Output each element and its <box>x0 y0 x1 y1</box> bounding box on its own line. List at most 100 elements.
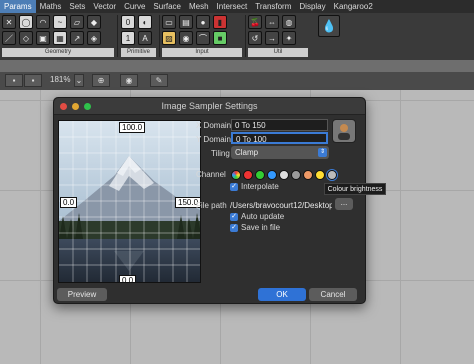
ribbon-toolbar: ✕ ◯ ◠ ~ ▱ ◆ ／ ◇ ▣ ▦ ↗ ◈ Geometry 0 ◐ 1 A… <box>0 13 474 60</box>
jump-icon[interactable]: → <box>265 31 279 45</box>
input-group-label: Input <box>162 48 242 57</box>
text-param-icon[interactable]: A <box>138 31 152 45</box>
tab-mesh[interactable]: Mesh <box>185 0 213 13</box>
point-param-icon[interactable]: ✕ <box>2 15 16 29</box>
boolean-param-icon[interactable]: ◐ <box>138 15 152 29</box>
dialog-title: Image Sampler Settings <box>161 101 258 111</box>
colour-brightness-channel-icon[interactable] <box>327 170 337 180</box>
browse-button[interactable]: ... <box>335 198 353 210</box>
zoom-extents-icon[interactable]: ⊕ <box>92 74 110 87</box>
save-icon[interactable]: ▪ <box>5 74 23 87</box>
input-group: ▭ ▤ ● ▮ ▨ ◉ ⌒ ■ Input <box>162 15 242 57</box>
number-param-icon[interactable]: 0 <box>121 15 135 29</box>
sample-image[interactable]: 100.0 0.0 150.0 0.0 <box>58 120 201 283</box>
trigger-icon[interactable]: ✦ <box>282 31 296 45</box>
y-min-label: 0.0 <box>119 275 137 282</box>
cherry-picker-icon[interactable]: 🍒 <box>248 15 262 29</box>
person-icon <box>338 124 350 140</box>
ribbon-divider <box>245 15 246 57</box>
ok-button[interactable]: OK <box>258 288 306 301</box>
interpolate-label: Interpolate <box>241 182 279 191</box>
open-icon[interactable]: ▪ <box>24 74 42 87</box>
panel-icon[interactable]: ▤ <box>179 15 193 29</box>
mesh-param-icon[interactable]: ▦ <box>53 31 67 45</box>
blue-channel-icon[interactable] <box>267 170 277 180</box>
tab-display[interactable]: Display <box>295 0 329 13</box>
toggle-icon[interactable]: ◉ <box>179 31 193 45</box>
curve-param-icon[interactable]: ~ <box>53 15 67 29</box>
tab-transform[interactable]: Transform <box>251 0 295 13</box>
line-param-icon[interactable]: ／ <box>2 31 16 45</box>
chevron-down-icon[interactable]: ⌄ <box>74 74 84 87</box>
preview-eye-icon[interactable]: ◉ <box>120 74 138 87</box>
save-in-file-checkbox[interactable]: ✓ <box>230 224 238 232</box>
integer-param-icon[interactable]: 1 <box>121 31 135 45</box>
relay-icon[interactable]: ◍ <box>282 15 296 29</box>
tab-intersect[interactable]: Intersect <box>213 0 252 13</box>
save-in-file-label: Save in file <box>241 223 281 232</box>
colour-channel-icon[interactable] <box>231 170 241 180</box>
graph-icon[interactable]: ⌒ <box>196 31 210 45</box>
cancel-button[interactable]: Cancel <box>309 288 357 301</box>
paint-icon[interactable]: ✎ <box>150 74 168 87</box>
primitive-group: 0 ◐ 1 A Primitive <box>121 15 156 57</box>
geometry-param-icon[interactable]: ◈ <box>87 31 101 45</box>
green-channel-icon[interactable] <box>255 170 265 180</box>
primitive-group-label: Primitive <box>121 48 156 57</box>
x-domain-field[interactable]: 0 To 150 <box>231 119 328 131</box>
auto-update-checkbox[interactable]: ✓ <box>230 213 238 221</box>
y-domain-label: Y Domain <box>196 135 231 144</box>
gradient-icon[interactable]: ▮ <box>213 15 227 29</box>
interpolate-checkbox[interactable]: ✓ <box>230 183 238 191</box>
ribbon-divider <box>159 15 160 57</box>
geometry-group-label: Geometry <box>2 48 114 57</box>
dialog-titlebar[interactable]: Image Sampler Settings <box>54 98 365 115</box>
file-path-label: File path <box>196 201 227 210</box>
brep-param-icon[interactable]: ◆ <box>87 15 101 29</box>
fuse-icon[interactable]: ↺ <box>248 31 262 45</box>
x-min-label: 0.0 <box>60 197 78 208</box>
tab-curve[interactable]: Curve <box>120 0 149 13</box>
ribbon-tabs: Params Maths Sets Vector Curve Surface M… <box>0 0 474 13</box>
image-sampler-dialog: Image Sampler Settings 100.0 0.0 150.0 0… <box>53 97 366 304</box>
red-channel-icon[interactable] <box>243 170 253 180</box>
chevron-updown-icon: ⇕ <box>318 148 327 157</box>
slider-icon[interactable]: ▭ <box>162 15 176 29</box>
tab-vector[interactable]: Vector <box>89 0 120 13</box>
preview-button[interactable]: Preview <box>57 288 107 301</box>
tiling-select[interactable]: Clamp ⇕ <box>231 146 329 159</box>
channel-tooltip: Colour brightness <box>324 183 386 195</box>
surface-param-icon[interactable]: ▱ <box>70 15 84 29</box>
button-icon[interactable]: ● <box>196 15 210 29</box>
auto-update-label: Auto update <box>241 212 285 221</box>
box-param-icon[interactable]: ▣ <box>36 31 50 45</box>
tab-surface[interactable]: Surface <box>149 0 185 13</box>
tab-kangaroo2[interactable]: Kangaroo2 <box>330 0 377 13</box>
util-group-label: Util <box>248 48 308 57</box>
util-group: 🍒 ⇔ ◍ ↺ → ✦ Util <box>248 15 308 57</box>
y-domain-field[interactable]: 0 To 100 <box>231 132 328 144</box>
ribbon-divider <box>117 15 118 57</box>
channel-label: Channel <box>196 170 226 179</box>
image-sampler-icon[interactable]: ▨ <box>162 31 176 45</box>
plane-param-icon[interactable]: ◇ <box>19 31 33 45</box>
tab-sets[interactable]: Sets <box>65 0 89 13</box>
user-avatar[interactable] <box>332 119 356 143</box>
tab-maths[interactable]: Maths <box>36 0 66 13</box>
alpha-channel-icon[interactable] <box>279 170 289 180</box>
x-domain-label: X Domain <box>196 121 232 130</box>
circle-param-icon[interactable]: ◯ <box>19 15 33 29</box>
kangaroo-icon[interactable]: 💧 <box>318 15 340 37</box>
file-path-field[interactable]: /Users/bravocourt12/Desktop <box>229 199 333 211</box>
vector-param-icon[interactable]: ↗ <box>70 31 84 45</box>
saturation-channel-icon[interactable] <box>303 170 313 180</box>
colour-swatch-icon[interactable]: ■ <box>213 31 227 45</box>
zoom-level[interactable]: 181% <box>50 75 70 84</box>
tab-params[interactable]: Params <box>0 0 36 13</box>
brightness-channel-icon[interactable] <box>315 170 325 180</box>
arc-param-icon[interactable]: ◠ <box>36 15 50 29</box>
kangaroo-group: 💧 <box>318 15 378 57</box>
data-dam-icon[interactable]: ⇔ <box>265 15 279 29</box>
hue-channel-icon[interactable] <box>291 170 301 180</box>
geometry-group: ✕ ◯ ◠ ~ ▱ ◆ ／ ◇ ▣ ▦ ↗ ◈ Geometry <box>2 15 114 57</box>
